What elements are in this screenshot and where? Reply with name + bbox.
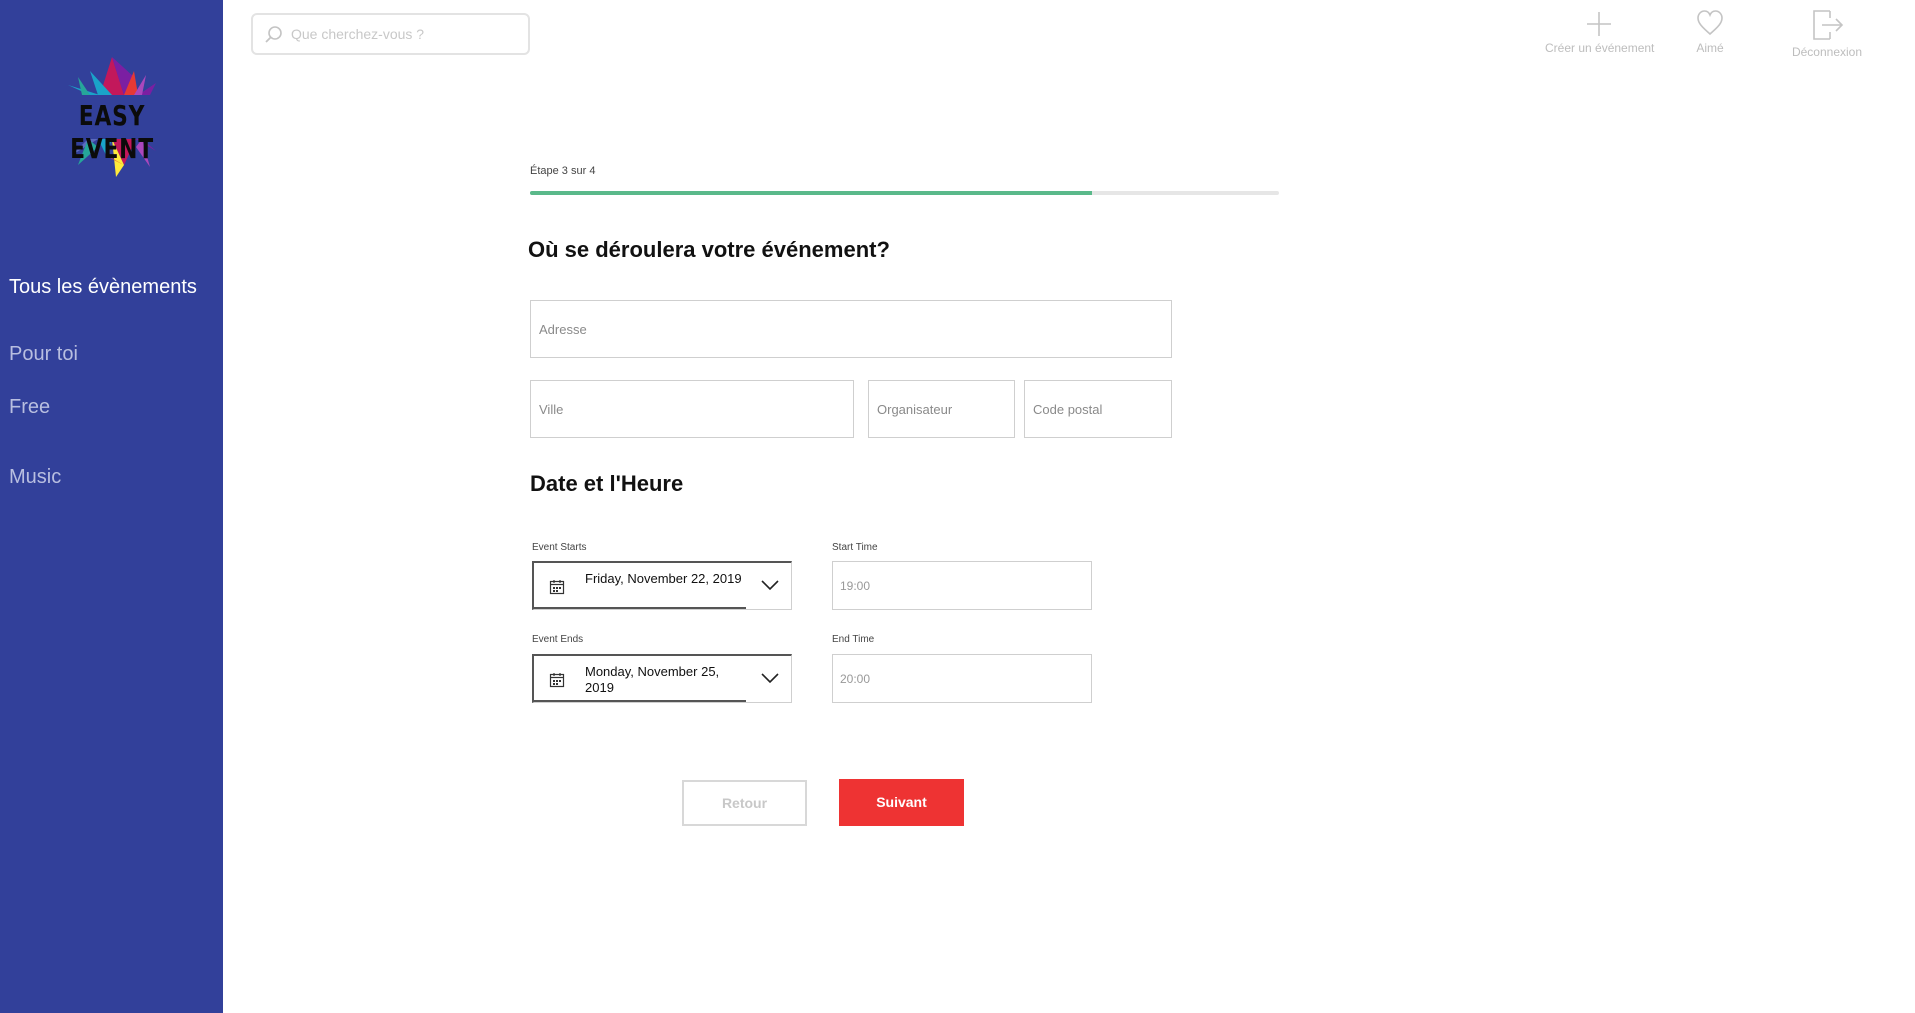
event-starts-datepicker[interactable]: Friday, November 22, 2019 <box>532 561 792 610</box>
create-event-button[interactable]: Créer un événement <box>1545 8 1655 55</box>
heart-icon <box>1697 10 1723 36</box>
chevron-down-icon <box>761 580 779 591</box>
event-starts-label: Event Starts <box>532 542 587 553</box>
sidebar-item-pour-toi[interactable]: Pour toi <box>9 343 78 366</box>
progress-fill <box>530 191 1092 195</box>
search-icon <box>265 26 282 43</box>
event-ends-value: Monday, November 25, 2019 <box>585 664 720 695</box>
sidebar-item-music[interactable]: Music <box>9 466 61 489</box>
address-input[interactable] <box>531 301 1171 357</box>
event-ends-label: Event Ends <box>532 634 584 645</box>
city-input[interactable] <box>531 381 853 437</box>
liked-button[interactable]: Aimé <box>1690 8 1730 55</box>
sidebar-item-tous-les-evenements[interactable]: Tous les évènements <box>9 276 197 299</box>
start-time-input[interactable] <box>833 562 1091 609</box>
create-event-label: Créer un événement <box>1545 41 1655 55</box>
chevron-down-icon <box>761 673 779 684</box>
logo-text: EASY EVENT <box>70 99 154 165</box>
city-field <box>530 380 854 438</box>
logout-button[interactable]: Déconnexion <box>1786 8 1868 59</box>
plus-icon <box>1587 12 1611 36</box>
event-starts-value: Friday, November 22, 2019 <box>585 571 742 586</box>
sidebar-item-label: Pour toi <box>9 343 78 365</box>
logout-icon <box>1813 10 1844 40</box>
back-button[interactable]: Retour <box>682 780 807 826</box>
sidebar: EASY EVENT Tous les évènements Pour toi … <box>0 0 223 1013</box>
datetime-heading: Date et l'Heure <box>530 471 684 496</box>
event-ends-datepicker[interactable]: Monday, November 25, 2019 <box>532 654 792 703</box>
calendar-icon <box>549 673 565 688</box>
next-button[interactable]: Suivant <box>839 779 964 826</box>
start-time-field <box>832 561 1092 610</box>
liked-label: Aimé <box>1696 41 1724 55</box>
sidebar-item-label: Music <box>9 466 62 488</box>
progress-bar <box>530 191 1279 195</box>
postal-code-field <box>1024 380 1172 438</box>
sidebar-item-label: Tous les évènements <box>9 276 197 298</box>
end-time-label: End Time <box>832 634 875 645</box>
address-field <box>530 300 1172 358</box>
start-time-label: Start Time <box>832 542 878 553</box>
sidebar-item-free[interactable]: Free <box>9 396 50 419</box>
sidebar-item-label: Free <box>9 396 51 418</box>
logout-label: Déconnexion <box>1791 45 1863 59</box>
end-time-field <box>832 654 1092 703</box>
organizer-input[interactable] <box>869 381 1014 437</box>
postal-code-input[interactable] <box>1025 381 1171 437</box>
search-input[interactable] <box>291 19 521 49</box>
end-time-input[interactable] <box>833 655 1091 702</box>
organizer-field <box>868 380 1015 438</box>
calendar-icon <box>549 580 565 595</box>
easy-event-logo[interactable]: EASY EVENT <box>38 55 186 180</box>
search-bar <box>251 13 530 55</box>
step-indicator: Étape 3 sur 4 <box>530 165 596 177</box>
location-heading: Où se déroulera votre événement? <box>528 237 890 262</box>
